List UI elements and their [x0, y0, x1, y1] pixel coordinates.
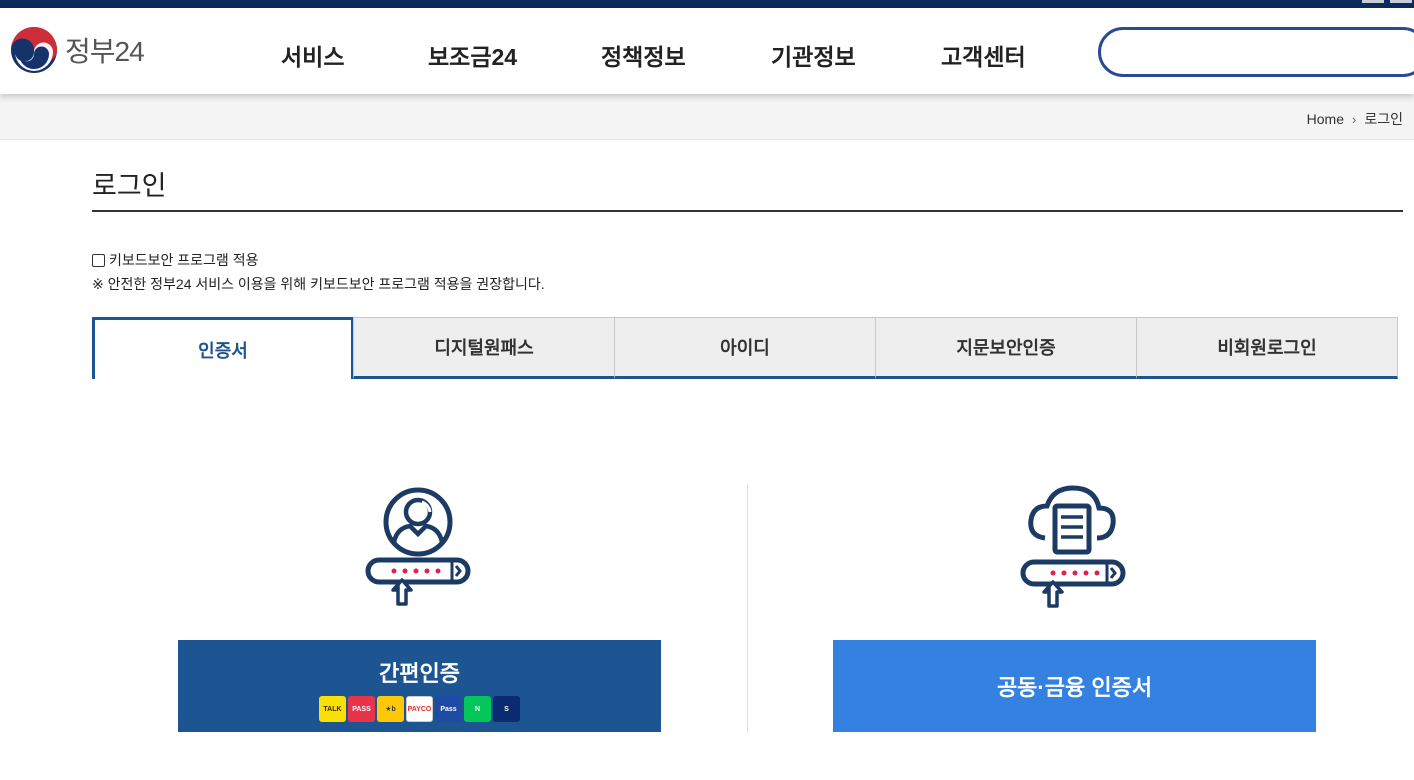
tab-guest-login[interactable]: 비회원로그인	[1136, 317, 1398, 379]
keyboard-security-note: ※ 안전한 정부24 서비스 이용을 위해 키보드보안 프로그램 적용을 권장합…	[92, 276, 545, 292]
site-header: 정부24 서비스 보조금24 정책정보 기관정보 고객센터	[0, 8, 1414, 94]
taegeuk-logo-icon	[11, 27, 57, 73]
keyboard-security-label[interactable]: 키보드보안 프로그램 적용	[109, 250, 258, 270]
breadcrumb-home-link[interactable]: Home	[1307, 111, 1344, 127]
keyboard-security-checkbox[interactable]	[92, 253, 105, 267]
title-divider	[92, 210, 1403, 212]
provider-icons: TALK PASS ★b PAYCO Pass N S	[178, 696, 661, 722]
site-logo[interactable]: 정부24	[10, 26, 145, 74]
nav-subsidy24[interactable]: 보조금24	[428, 38, 517, 72]
certificate-cloud-icon	[1020, 485, 1126, 608]
samsung-pass-icon: Pass	[435, 696, 462, 722]
joint-financial-certificate-button[interactable]: 공동·금융 인증서	[833, 640, 1316, 732]
page-title: 로그인	[92, 171, 167, 201]
search-box	[1098, 27, 1414, 77]
payco-icon: PAYCO	[406, 696, 433, 722]
pass-icon: PASS	[348, 696, 375, 722]
tab-fingerprint[interactable]: 지문보안인증	[875, 317, 1137, 379]
nav-service[interactable]: 서비스	[281, 38, 344, 72]
chevron-right-icon: ›	[1352, 111, 1357, 127]
search-input[interactable]	[1121, 30, 1401, 74]
top-bar-tab-left	[1362, 0, 1384, 3]
logo-text: 정부24	[65, 36, 145, 67]
simple-auth-label: 간편인증	[379, 661, 460, 686]
keyboard-security-option: 키보드보안 프로그램 적용	[92, 250, 258, 270]
simple-auth-user-icon	[365, 487, 471, 606]
naver-icon: N	[464, 696, 491, 722]
shinhan-icon: S	[493, 696, 520, 722]
breadcrumb-bar: Home › 로그인	[0, 94, 1414, 140]
tab-certificate[interactable]: 인증서	[92, 317, 354, 379]
simple-auth-button[interactable]: 간편인증 TALK PASS ★b PAYCO Pass N S	[178, 640, 661, 732]
kb-icon: ★b	[377, 696, 404, 722]
breadcrumb-current: 로그인	[1364, 111, 1403, 127]
breadcrumb: Home › 로그인	[1307, 109, 1403, 129]
nav-policy-info[interactable]: 정책정보	[601, 38, 686, 72]
kakao-icon: TALK	[319, 696, 346, 722]
tab-id[interactable]: 아이디	[614, 317, 876, 379]
nav-customer-center[interactable]: 고객센터	[941, 38, 1026, 72]
login-method-tabs: 인증서 디지털원패스 아이디 지문보안인증 비회원로그인	[92, 317, 1398, 379]
nav-agency-info[interactable]: 기관정보	[771, 38, 856, 72]
top-bar-tab-right	[1390, 0, 1412, 3]
column-divider	[747, 485, 748, 733]
tab-digital-onepass[interactable]: 디지털원패스	[353, 317, 615, 379]
top-accent-bar	[0, 0, 1414, 8]
